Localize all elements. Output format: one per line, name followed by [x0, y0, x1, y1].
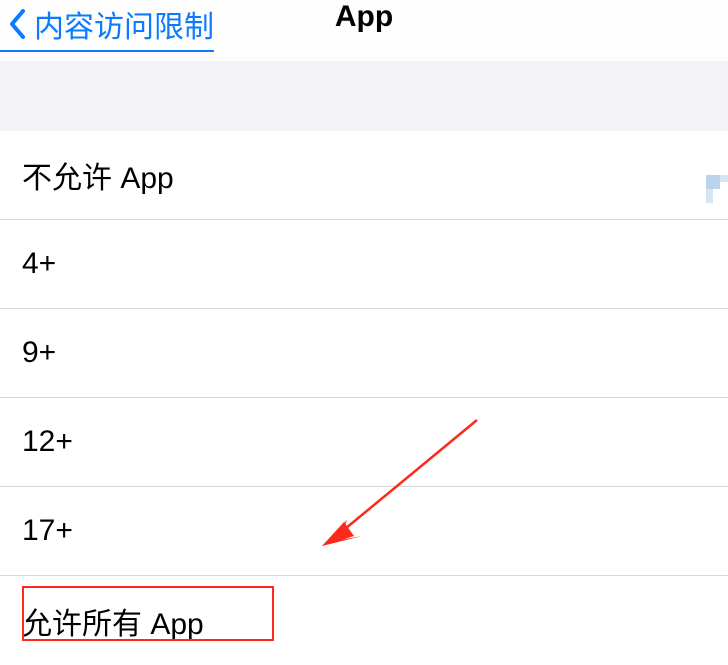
- option-allow-all[interactable]: 允许所有 App: [0, 576, 728, 665]
- option-label: 12+: [22, 425, 73, 459]
- option-dont-allow[interactable]: 不允许 App: [0, 131, 728, 220]
- options-list: 不允许 App 4+ 9+ 12+ 17+ 允许所有 App: [0, 131, 728, 665]
- option-label: 不允许 App: [22, 153, 174, 197]
- option-label: 17+: [22, 514, 73, 548]
- back-label: 内容访问限制: [34, 2, 214, 46]
- back-button[interactable]: 内容访问限制: [0, 2, 214, 52]
- option-label: 9+: [22, 336, 56, 370]
- navigation-header: 内容访问限制 App: [0, 0, 728, 61]
- chevron-left-icon: [8, 8, 28, 40]
- option-label: 允许所有 App: [22, 599, 204, 643]
- option-12plus[interactable]: 12+: [0, 398, 728, 487]
- option-4plus[interactable]: 4+: [0, 220, 728, 309]
- page-title: App: [335, 0, 393, 34]
- section-spacer: [0, 61, 728, 131]
- option-17plus[interactable]: 17+: [0, 487, 728, 576]
- option-label: 4+: [22, 247, 56, 281]
- option-9plus[interactable]: 9+: [0, 309, 728, 398]
